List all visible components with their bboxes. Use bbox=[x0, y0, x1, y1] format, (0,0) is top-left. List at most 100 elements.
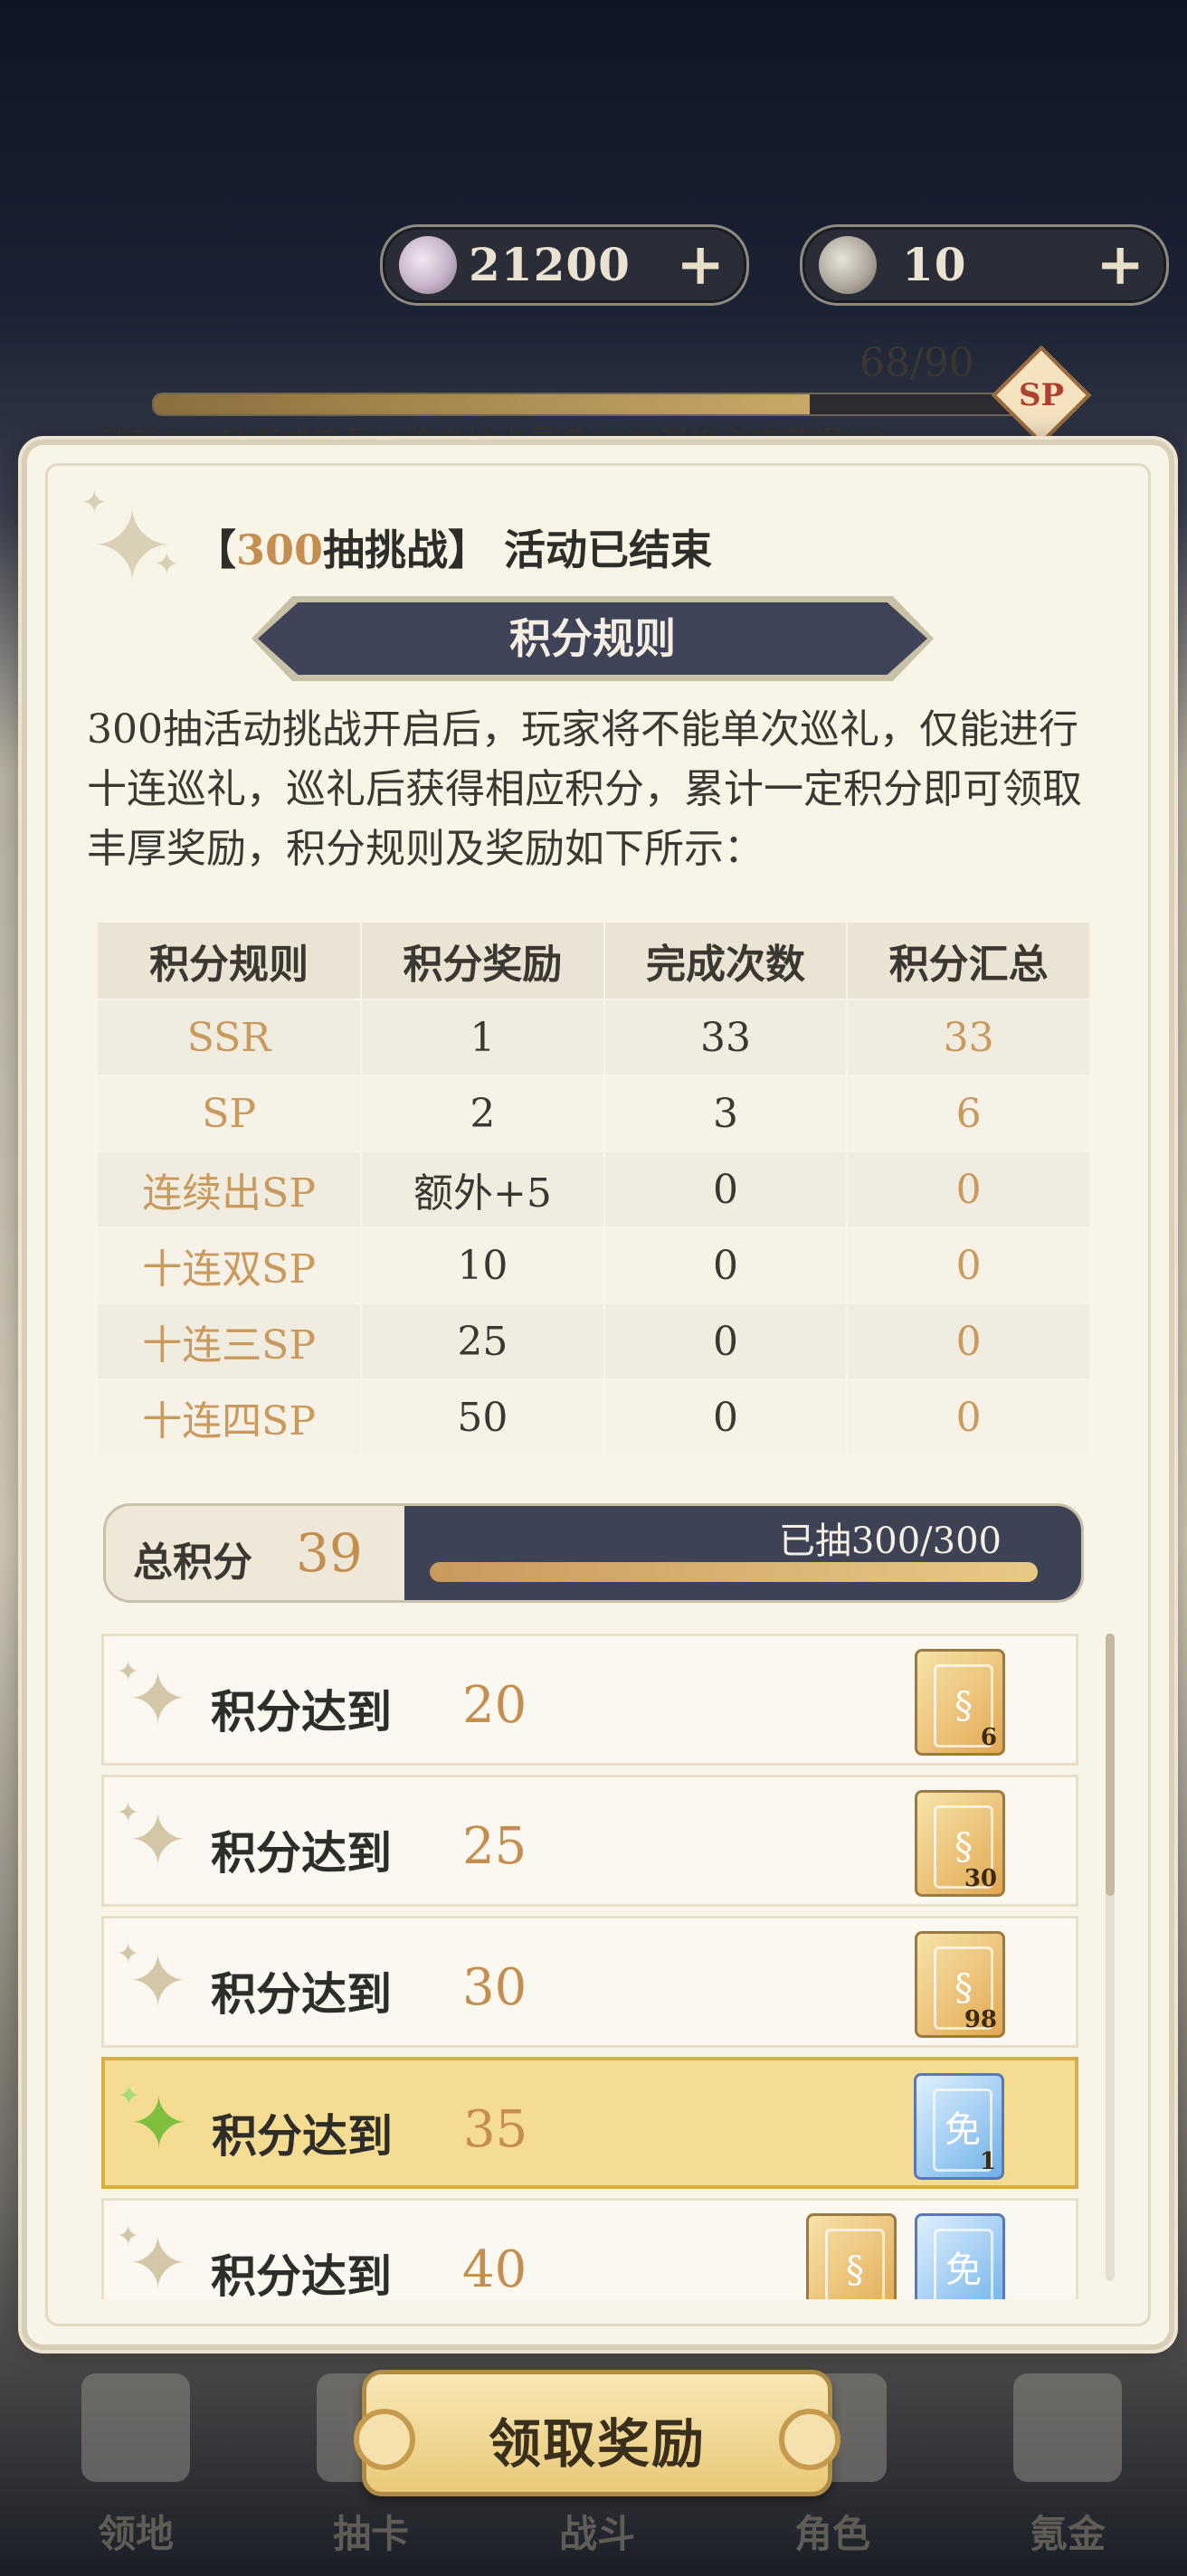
table-header: 积分奖励 bbox=[360, 921, 605, 1000]
nav-label: 战斗 bbox=[558, 2512, 635, 2556]
sparkle-small-icon: ✦ bbox=[81, 485, 108, 521]
reward-row-label: 积分达到 bbox=[211, 1967, 392, 2021]
reward-row-label: 积分达到 bbox=[211, 2249, 392, 2299]
reward-row-label: 积分达到 bbox=[211, 1826, 392, 1880]
nav-label: 抽卡 bbox=[332, 2512, 409, 2556]
table-row: 连续出SP 额外+5 0 0 bbox=[95, 1151, 1091, 1228]
table-cell: 十连四SP bbox=[95, 1378, 363, 1456]
rules-description: 300抽活动挑战开启后，玩家将不能单次巡礼，仅能进行十连巡礼，巡礼后获得相应积分… bbox=[87, 706, 1082, 872]
title-bracket: 【 bbox=[195, 526, 236, 574]
table-cell: 33 bbox=[846, 999, 1091, 1076]
table-row: 十连双SP 10 0 0 bbox=[95, 1226, 1091, 1304]
treasure-icon bbox=[1013, 2373, 1122, 2482]
table-row: SSR 1 33 33 bbox=[95, 999, 1091, 1076]
reward-row[interactable]: ✦ ✦ 积分达到 30 § 98 bbox=[101, 1916, 1078, 2048]
table-cell: 2 bbox=[360, 1075, 605, 1152]
table-cell: 10 bbox=[360, 1226, 605, 1304]
reward-row-points: 40 bbox=[462, 2240, 527, 2299]
nav-label: 领地 bbox=[97, 2512, 174, 2556]
scroll-icon bbox=[819, 236, 877, 294]
total-points-panel: 总积分 39 已抽300/300 bbox=[103, 1503, 1084, 1603]
table-header: 积分规则 bbox=[95, 921, 363, 1000]
gold-ticket-icon[interactable]: § 6 bbox=[915, 1649, 1005, 1756]
table-cell: 额外+5 bbox=[360, 1151, 605, 1228]
scrolls-value: 10 bbox=[902, 238, 967, 291]
gems-counter: 21200 + bbox=[380, 224, 749, 306]
gold-ticket-icon[interactable]: § bbox=[806, 2213, 897, 2299]
sparkle-icon: ✦ bbox=[128, 2081, 190, 2165]
blue-ticket-icon[interactable]: 免1 bbox=[914, 2073, 1004, 2180]
table-cell: 0 bbox=[846, 1302, 1091, 1380]
table-header: 积分汇总 bbox=[846, 921, 1091, 1000]
nav-label: 角色 bbox=[793, 2512, 870, 2556]
blue-ticket-icon[interactable]: 免 bbox=[915, 2213, 1005, 2299]
claim-reward-button[interactable]: 领取奖励 bbox=[354, 2370, 840, 2496]
item-count: 6 bbox=[980, 1724, 997, 1751]
title-number: 300 bbox=[236, 526, 324, 574]
draw-count-text: 已抽300/300 bbox=[778, 1520, 1002, 1562]
reward-row-points: 30 bbox=[462, 1958, 527, 2017]
sparkle-small-icon: ✦ bbox=[154, 546, 180, 582]
reward-row[interactable]: ✦ ✦ 积分达到 20 § 6 bbox=[101, 1634, 1078, 1766]
sparkle-icon: ✦ bbox=[128, 2221, 189, 2300]
table-row: 十连三SP 25 0 0 bbox=[95, 1302, 1091, 1380]
reward-row[interactable]: ✦ ✦ 积分达到 40 § 免 bbox=[101, 2198, 1078, 2299]
table-cell: 十连双SP bbox=[95, 1226, 363, 1304]
reward-row-points: 35 bbox=[463, 2100, 528, 2159]
item-count: 98 bbox=[964, 2006, 997, 2033]
item-count: 1 bbox=[979, 2148, 996, 2175]
title-text: 抽挑战】 活动已结束 bbox=[323, 526, 713, 574]
sparkle-icon: ✦ bbox=[128, 1939, 189, 2023]
pity-progress-label: 68/90 bbox=[859, 340, 974, 386]
table-cell: 25 bbox=[360, 1302, 605, 1380]
sparkle-icon: ✦ bbox=[128, 1657, 189, 1741]
castle-icon bbox=[81, 2373, 190, 2482]
sp-badge-text: SP bbox=[1018, 377, 1065, 413]
item-count: 30 bbox=[964, 1865, 997, 1892]
table-cell: 3 bbox=[603, 1075, 849, 1152]
table-cell: 1 bbox=[360, 999, 605, 1076]
nav-shop[interactable]: 氪金 bbox=[977, 2357, 1158, 2574]
reward-row[interactable]: ✦ ✦ 积分达到 25 § 30 bbox=[101, 1775, 1078, 1907]
reward-list[interactable]: ✦ ✦ 积分达到 20 § 6 ✦ ✦ 积分达到 25 § 30 ✦ ✦ 积分达到 … bbox=[101, 1634, 1078, 2299]
table-cell: 0 bbox=[603, 1378, 849, 1456]
gold-ticket-icon[interactable]: § 30 bbox=[915, 1790, 1005, 1897]
table-row: SP 2 3 6 bbox=[95, 1075, 1091, 1152]
add-scrolls-button[interactable]: + bbox=[1096, 231, 1144, 298]
total-points-label: 总积分 bbox=[133, 1539, 252, 1586]
sparkle-icon: ✦ bbox=[128, 1798, 189, 1882]
crystal-icon bbox=[399, 236, 457, 294]
table-cell: 0 bbox=[846, 1226, 1091, 1304]
total-points-value: 39 bbox=[296, 1522, 363, 1584]
draw-progress-bar bbox=[430, 1562, 1038, 1582]
modal-title: 【300抽挑战】 活动已结束 bbox=[195, 517, 712, 577]
table-cell: SP bbox=[95, 1075, 363, 1152]
reward-row-highlighted[interactable]: ✦ ✦ 积分达到 35 免1 bbox=[101, 2057, 1078, 2189]
table-cell: 连续出SP bbox=[95, 1151, 363, 1228]
nav-territory[interactable]: 领地 bbox=[45, 2357, 226, 2574]
nav-label: 氪金 bbox=[1029, 2512, 1106, 2556]
reward-row-points: 25 bbox=[462, 1817, 527, 1876]
table-cell: 33 bbox=[603, 999, 849, 1076]
table-header-row: 积分规则 积分奖励 完成次数 积分汇总 bbox=[95, 921, 1091, 1000]
table-cell: 十连三SP bbox=[95, 1302, 363, 1380]
claim-reward-label: 领取奖励 bbox=[488, 2413, 706, 2475]
reward-row-points: 20 bbox=[462, 1676, 527, 1735]
scrolls-counter: 10 + bbox=[800, 224, 1169, 306]
table-cell: SSR bbox=[95, 999, 363, 1076]
table-cell: 0 bbox=[603, 1151, 849, 1228]
table-cell: 6 bbox=[846, 1075, 1091, 1152]
table-cell: 0 bbox=[846, 1378, 1091, 1456]
table-cell: 50 bbox=[360, 1378, 605, 1456]
table-cell: 0 bbox=[603, 1302, 849, 1380]
pity-progress-bar bbox=[152, 393, 1024, 416]
table-cell: 0 bbox=[846, 1151, 1091, 1228]
sp-badge: SP bbox=[991, 345, 1092, 446]
gold-ticket-icon[interactable]: § 98 bbox=[915, 1931, 1005, 2038]
scrollbar-thumb[interactable] bbox=[1106, 1634, 1115, 1896]
reward-row-label: 积分达到 bbox=[212, 2109, 393, 2163]
table-header: 完成次数 bbox=[603, 921, 849, 1000]
pity-progress-fill bbox=[154, 394, 810, 414]
add-gems-button[interactable]: + bbox=[676, 231, 725, 298]
reward-list-scrollbar[interactable] bbox=[1106, 1634, 1115, 2281]
